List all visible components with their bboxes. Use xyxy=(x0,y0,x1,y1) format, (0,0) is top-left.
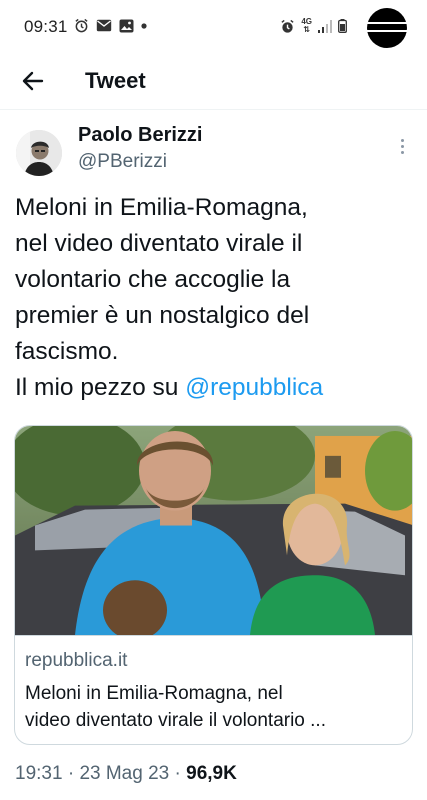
meta-separator: · xyxy=(62,763,80,784)
author-name[interactable]: Paolo Berizzi xyxy=(78,124,202,147)
alarm-icon xyxy=(75,18,88,33)
article-photo xyxy=(15,426,412,636)
tweet-meta: 19:31 · 23 Mag 23 · 96,9K xyxy=(15,763,237,785)
card-domain: repubblica.it xyxy=(25,650,128,671)
avatar[interactable] xyxy=(16,130,62,176)
status-bar: 09:31 4G ⇅ xyxy=(0,0,427,52)
more-dot-icon xyxy=(400,144,404,148)
card-title: Meloni in Emilia-Romagna, nel video dive… xyxy=(25,680,405,734)
tweet-body: Meloni in Emilia-Romagna, nel video dive… xyxy=(15,190,415,406)
tweet-line: volontario che accoglie la xyxy=(15,266,291,293)
gallery-icon xyxy=(119,19,134,32)
redacted-status-area xyxy=(361,8,413,48)
status-notification-icons xyxy=(74,18,147,33)
view-count: 96,9K xyxy=(186,763,237,784)
tweet-text-prefix: Il mio pezzo su xyxy=(15,374,186,401)
tweet-line: Meloni in Emilia-Romagna, xyxy=(15,194,308,221)
tweet-line-last: Il mio pezzo su @repubblica xyxy=(15,370,415,406)
network-type-icon: 4G ⇅ xyxy=(301,17,312,34)
top-app-bar: Tweet xyxy=(0,52,427,110)
status-time: 09:31 xyxy=(24,17,68,36)
tweet-date: 23 Mag 23 xyxy=(79,763,170,784)
meta-separator: · xyxy=(169,763,187,784)
card-title-line: video diventato virale il volontario ... xyxy=(25,710,326,731)
tweet-line: premier è un nostalgico del xyxy=(15,302,310,329)
dot-icon xyxy=(141,22,147,29)
back-button[interactable] xyxy=(18,66,48,96)
tweet-time: 19:31 xyxy=(15,763,63,784)
status-system-icons: 4G ⇅ xyxy=(280,18,347,34)
mail-icon xyxy=(96,19,112,32)
page-title: Tweet xyxy=(85,68,146,93)
battery-icon xyxy=(338,19,347,33)
more-dot-icon xyxy=(400,150,404,154)
tweet-line: fascismo. xyxy=(15,338,119,365)
mention-link[interactable]: @repubblica xyxy=(185,374,323,401)
tweet-line: nel video diventato virale il xyxy=(15,230,303,257)
avatar-photo-icon xyxy=(16,130,62,176)
more-options-button[interactable] xyxy=(392,136,412,156)
author-handle[interactable]: @PBerizzi xyxy=(78,151,167,173)
signal-icon xyxy=(318,19,332,33)
back-arrow-icon xyxy=(22,71,44,91)
more-dot-icon xyxy=(400,138,404,142)
card-title-line: Meloni in Emilia-Romagna, nel xyxy=(25,683,283,704)
alarm-clock-icon xyxy=(281,19,294,33)
link-preview-card[interactable]: repubblica.it Meloni in Emilia-Romagna, … xyxy=(14,425,413,745)
